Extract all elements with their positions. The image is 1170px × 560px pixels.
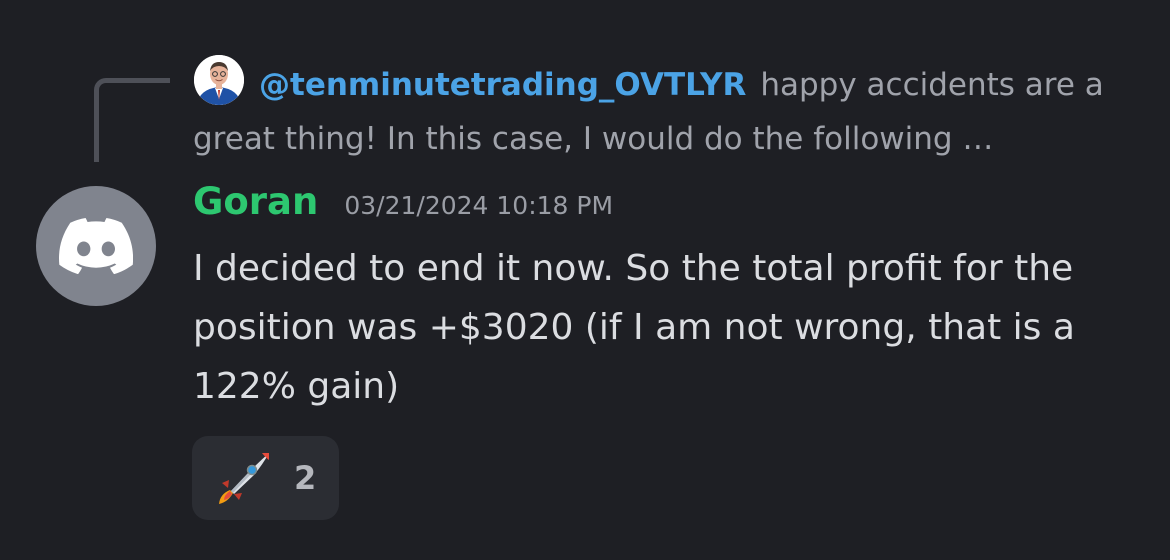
message-header: Goran 03/21/2024 10:18 PM — [193, 180, 613, 223]
rocket-icon — [219, 453, 269, 504]
message-content: I decided to end it now. So the total pr… — [193, 248, 1075, 407]
username[interactable]: Goran — [193, 180, 318, 223]
user-avatar[interactable] — [36, 186, 156, 306]
discord-logo-icon — [59, 218, 133, 274]
reaction-count: 2 — [294, 459, 317, 497]
reply-spine — [94, 78, 170, 162]
reaction-rocket[interactable]: 2 — [192, 436, 339, 520]
reply-mention[interactable]: @tenminutetrading_OVTLYR — [259, 67, 746, 103]
reply-preview[interactable]: @tenminutetrading_OVTLYR happy accidents … — [193, 58, 1143, 166]
message-timestamp: 03/21/2024 10:18 PM — [344, 191, 614, 220]
